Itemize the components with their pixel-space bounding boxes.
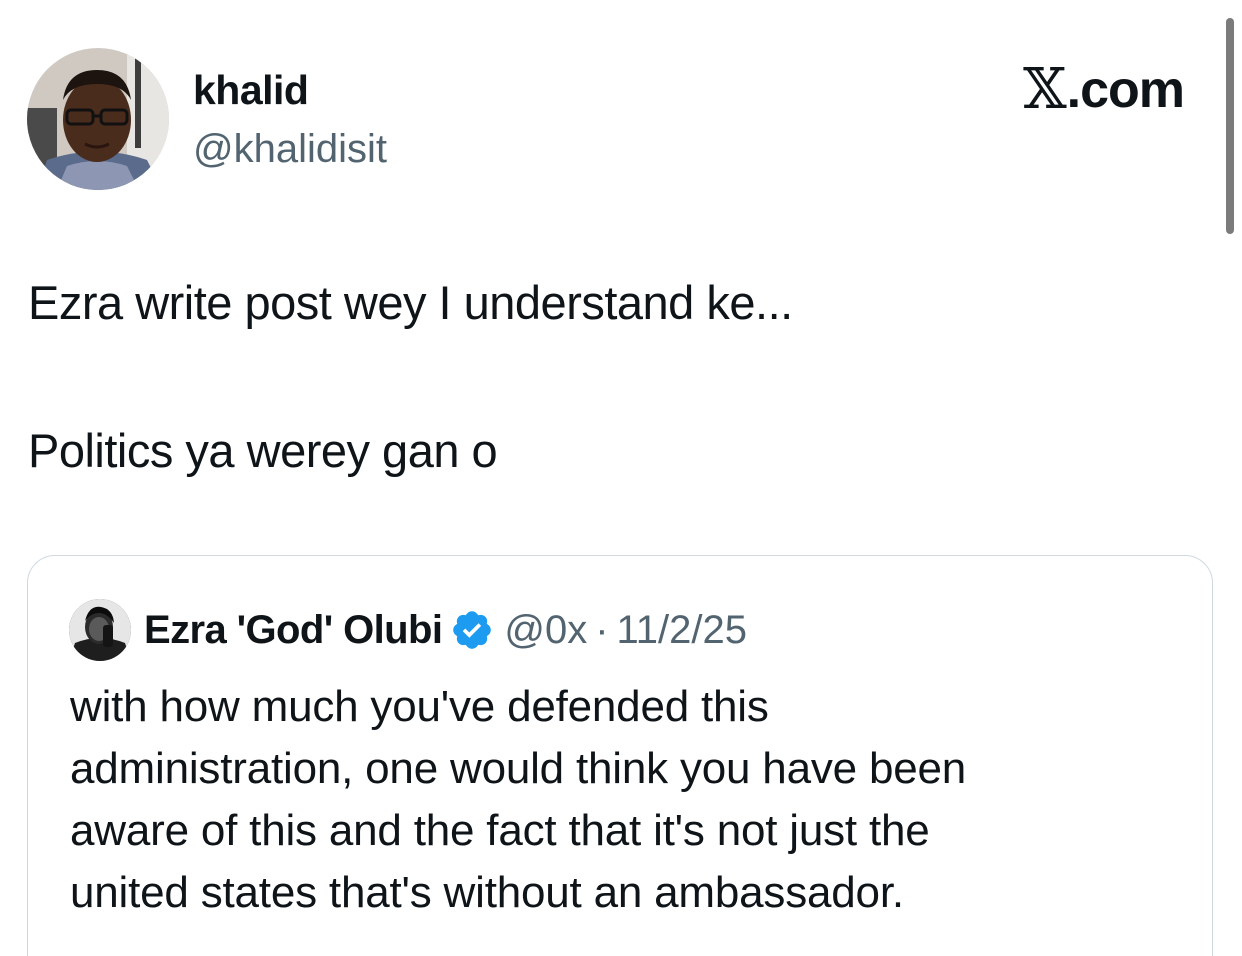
scrollbar[interactable]	[1226, 18, 1234, 234]
author-handle[interactable]: @khalidisit	[193, 125, 387, 173]
post-text-line: Ezra write post wey I understand ke...	[28, 276, 793, 329]
quoted-author-avatar[interactable]	[69, 599, 131, 661]
quoted-text-line: with how much you've defended this	[70, 682, 769, 731]
quoted-avatar-photo	[69, 599, 131, 661]
quoted-post-card[interactable]: Ezra 'God' Olubi @0x · 11/2/25 with how …	[27, 555, 1213, 956]
verified-badge-icon	[453, 611, 492, 649]
quoted-author-handle[interactable]: @0x	[504, 608, 587, 653]
quoted-text-line: united states that's without an ambassad…	[70, 868, 904, 917]
brand-suffix: .com	[1066, 61, 1185, 119]
author-avatar-photo	[27, 48, 169, 190]
quoted-text-line: aware of this and the fact that it's not…	[70, 806, 930, 855]
quoted-post-header: Ezra 'God' Olubi @0x · 11/2/25	[144, 602, 747, 658]
quoted-post-date[interactable]: 11/2/25	[617, 608, 748, 653]
author-avatar[interactable]	[27, 48, 169, 190]
post-text-line: Politics ya werey gan o	[28, 424, 498, 477]
x-mark-icon: 𝕏	[1023, 57, 1066, 122]
quoted-author-name[interactable]: Ezra 'God' Olubi	[144, 608, 443, 653]
x-logo: 𝕏 .com	[1023, 57, 1185, 122]
quoted-post-text: with how much you've defended this admin…	[70, 676, 1190, 924]
separator-dot: ·	[595, 607, 609, 652]
author-name[interactable]: khalid	[193, 66, 309, 114]
quoted-text-line: administration, one would think you have…	[70, 744, 967, 793]
